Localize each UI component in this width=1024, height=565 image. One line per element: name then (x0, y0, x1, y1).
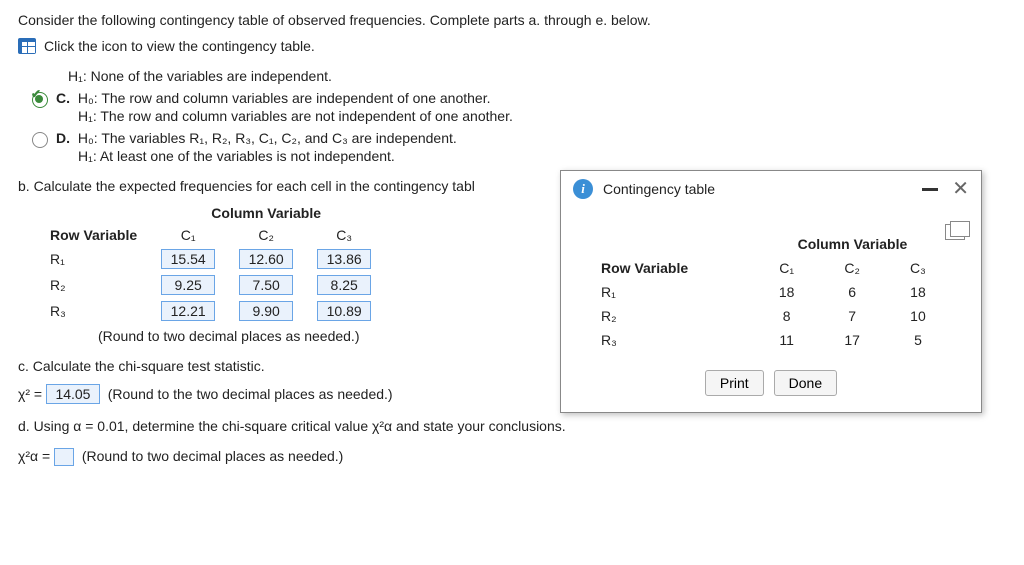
popup-row-header: Row Variable (591, 256, 754, 280)
print-button[interactable]: Print (705, 370, 764, 396)
expected-col-c2: C₂ (227, 224, 305, 246)
expected-row-header: Row Variable (38, 224, 149, 246)
popup-r1c3: 18 (885, 280, 951, 304)
option-c-h0: H₀: The row and column variables are ind… (78, 90, 491, 106)
chi-square-critical-label: χ²α = (18, 448, 50, 464)
chi-square-critical-input[interactable] (54, 448, 74, 466)
expected-row-r2: R₂ (38, 272, 149, 298)
popup-col-c2: C₂ (819, 256, 885, 280)
expected-col-c3: C₃ (305, 224, 383, 246)
popup-r1c1: 18 (754, 280, 820, 304)
info-icon: i (573, 179, 593, 199)
popup-row-r2: R₂ (591, 304, 754, 328)
expected-frequencies-table: Column Variable Row Variable C₁ C₂ C₃ R₁… (38, 202, 383, 324)
option-c-radio[interactable] (32, 92, 48, 108)
expected-r1c3-input[interactable]: 13.86 (317, 249, 371, 269)
popup-r3c2: 17 (819, 328, 885, 352)
option-d-radio[interactable] (32, 132, 48, 148)
expected-r2c3-input[interactable]: 8.25 (317, 275, 371, 295)
popup-r2c1: 8 (754, 304, 820, 328)
copy-icon[interactable] (945, 224, 965, 240)
expected-r2c2-input[interactable]: 7.50 (239, 275, 293, 295)
popup-r2c2: 7 (819, 304, 885, 328)
option-d-h1: H₁: At least one of the variables is not… (78, 148, 457, 164)
popup-r3c1: 11 (754, 328, 820, 352)
contingency-table-popup: i Contingency table ✕ Column Variable Ro… (560, 170, 982, 413)
icon-link-text[interactable]: Click the icon to view the contingency t… (44, 38, 315, 54)
expected-r3c2-input[interactable]: 9.90 (239, 301, 293, 321)
expected-r1c1-input[interactable]: 15.54 (161, 249, 215, 269)
expected-r3c3-input[interactable]: 10.89 (317, 301, 371, 321)
popup-col-header: Column Variable (754, 232, 951, 256)
minimize-icon[interactable] (922, 188, 938, 191)
popup-r2c3: 10 (885, 304, 951, 328)
expected-r2c1-input[interactable]: 9.25 (161, 275, 215, 295)
chi-square-value-input[interactable]: 14.05 (46, 384, 100, 404)
part-d-prompt: d. Using α = 0.01, determine the chi-squ… (18, 418, 1006, 434)
observed-frequencies-table: Column Variable Row Variable C₁ C₂ C₃ R₁… (591, 232, 951, 352)
option-c-label: C. (56, 90, 70, 106)
popup-row-r1: R₁ (591, 280, 754, 304)
popup-title-text: Contingency table (603, 181, 715, 197)
part-c-round-note: (Round to the two decimal places as need… (108, 386, 393, 402)
popup-r3c3: 5 (885, 328, 951, 352)
partial-h1-text: H₁: None of the variables are independen… (68, 68, 1006, 84)
expected-r3c1-input[interactable]: 12.21 (161, 301, 215, 321)
popup-col-c1: C₁ (754, 256, 820, 280)
expected-row-r3: R₃ (38, 298, 149, 324)
chi-square-stat-label: χ² = (18, 386, 42, 402)
expected-col-header: Column Variable (149, 202, 383, 224)
option-c-h1: H₁: The row and column variables are not… (78, 108, 513, 124)
intro-text: Consider the following contingency table… (18, 12, 1006, 28)
done-button[interactable]: Done (774, 370, 837, 396)
part-d-round-note: (Round to two decimal places as needed.) (82, 448, 343, 464)
option-d-h0: H₀: The variables R₁, R₂, R₃, C₁, C₂, an… (78, 130, 457, 146)
popup-r1c2: 6 (819, 280, 885, 304)
option-d-label: D. (56, 130, 70, 146)
expected-r1c2-input[interactable]: 12.60 (239, 249, 293, 269)
close-icon[interactable]: ✕ (952, 179, 969, 199)
expected-col-c1: C₁ (149, 224, 227, 246)
expected-row-r1: R₁ (38, 246, 149, 272)
popup-col-c3: C₃ (885, 256, 951, 280)
contingency-table-icon[interactable] (18, 38, 36, 54)
popup-row-r3: R₃ (591, 328, 754, 352)
